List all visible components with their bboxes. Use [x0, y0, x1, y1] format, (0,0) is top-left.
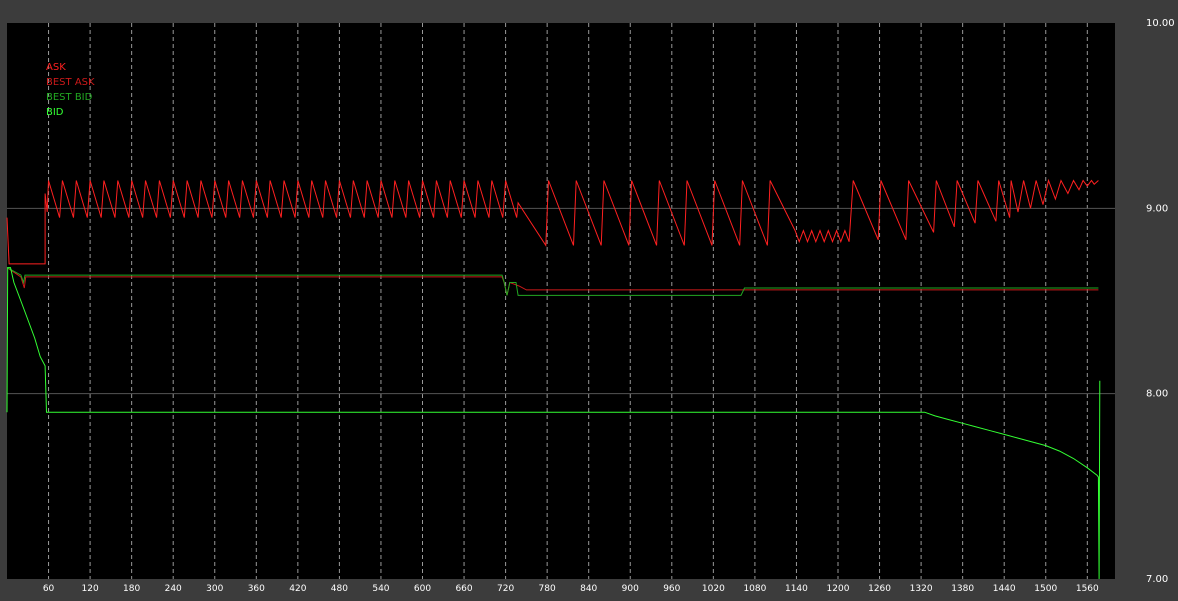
x-tick-label: 1140: [785, 584, 808, 594]
x-tick-label: 420: [289, 584, 306, 594]
x-tick-label: 60: [43, 584, 55, 594]
legend-entry-ask: ASK: [46, 62, 66, 73]
x-tick-label: 1200: [827, 584, 850, 594]
x-tick-label: 960: [663, 584, 680, 594]
y-tick-label: 7.00: [1146, 574, 1168, 585]
x-tick-label: 1380: [951, 584, 974, 594]
x-tick-label: 1500: [1034, 584, 1057, 594]
x-tick-label: 540: [372, 584, 389, 594]
x-tick-label: 840: [580, 584, 597, 594]
x-tick-label: 240: [165, 584, 182, 594]
x-tick-label: 780: [539, 584, 556, 594]
y-tick-label: 10.00: [1146, 18, 1175, 29]
chart-window: ASK BEST ASK BEST BID BID 60 120 180 240 300 360…: [0, 0, 1178, 597]
x-tick-label: 720: [497, 584, 514, 594]
y-tick-label: 9.00: [1146, 203, 1168, 214]
x-tick-label: 1320: [910, 584, 933, 594]
x-tick-label: 1560: [1076, 584, 1099, 594]
x-tick-label: 600: [414, 584, 431, 594]
x-tick-label: 660: [455, 584, 472, 594]
x-tick-label: 120: [82, 584, 99, 594]
x-tick-label: 900: [622, 584, 639, 594]
x-tick-label: 300: [206, 584, 223, 594]
x-tick-label: 180: [123, 584, 140, 594]
line-chart: ASK BEST ASK BEST BID BID 60 120 180 240 300 360…: [0, 0, 1178, 597]
legend-entry-bid: BID: [46, 107, 64, 118]
x-tick-label: 1080: [743, 584, 766, 594]
x-tick-label: 1020: [702, 584, 725, 594]
legend-entry-best-ask: BEST ASK: [46, 77, 95, 88]
x-tick-label: 1260: [868, 584, 891, 594]
x-tick-label: 480: [331, 584, 348, 594]
y-tick-label: 8.00: [1146, 389, 1168, 400]
legend-entry-best-bid: BEST BID: [46, 92, 93, 103]
x-tick-label: 360: [248, 584, 265, 594]
x-tick-label: 1440: [993, 584, 1016, 594]
